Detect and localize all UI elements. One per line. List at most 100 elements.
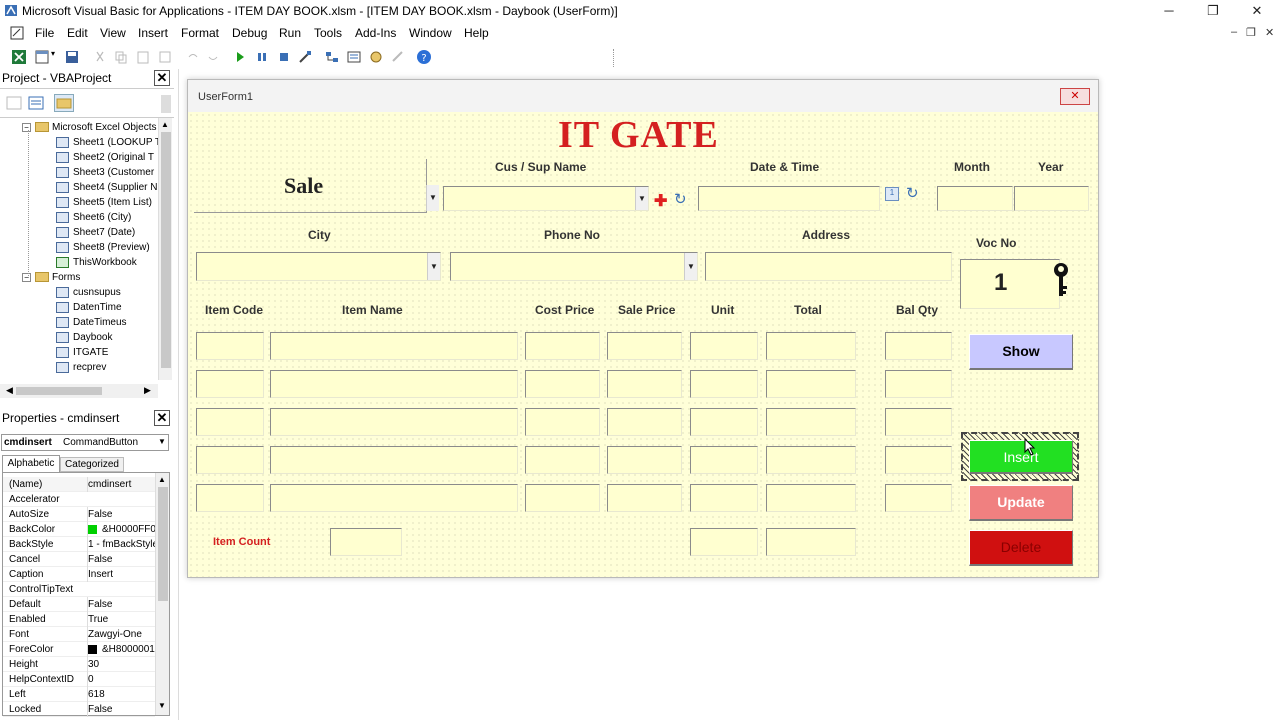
unit-field[interactable] <box>690 408 758 436</box>
project-tree-vscroll[interactable]: ▲ <box>158 118 172 380</box>
property-row[interactable]: BackStyle 1 - fmBackStyle <box>3 537 157 552</box>
cus-sup-dropdown-arrow[interactable]: ▼ <box>635 187 648 210</box>
city-dropdown-arrow[interactable]: ▼ <box>427 253 440 280</box>
copy-icon[interactable] <box>113 49 129 65</box>
unit-field[interactable] <box>690 370 758 398</box>
property-row[interactable]: Cancel False <box>3 552 155 567</box>
tree-item-form-daybook[interactable]: Daybook <box>56 330 112 345</box>
item-name-field[interactable] <box>270 446 518 474</box>
design-mode-icon[interactable] <box>297 49 313 65</box>
pane-splitter[interactable] <box>178 69 179 720</box>
view-object-icon[interactable] <box>28 96 44 110</box>
tree-item-sheet8[interactable]: Sheet8 (Preview) <box>56 240 150 255</box>
insert-userform-icon[interactable] <box>34 49 50 65</box>
cost-price-field[interactable] <box>525 370 600 398</box>
userform-icon[interactable] <box>10 26 24 40</box>
show-button[interactable]: Show <box>969 334 1073 370</box>
total-field[interactable] <box>766 446 856 474</box>
sale-price-field[interactable] <box>607 446 682 474</box>
mdi-restore-button[interactable]: ❐ <box>1246 26 1256 39</box>
scroll-thumb[interactable] <box>161 132 171 368</box>
bal-qty-field[interactable] <box>885 332 952 360</box>
project-explorer-icon[interactable] <box>324 49 340 65</box>
phone-dropdown-arrow[interactable]: ▼ <box>684 253 697 280</box>
cost-price-field[interactable] <box>525 408 600 436</box>
hscroll-thumb[interactable] <box>16 387 102 395</box>
key-icon[interactable] <box>1052 262 1070 298</box>
properties-vscroll[interactable]: ▲ ▼ <box>155 473 169 715</box>
menu-file[interactable]: File <box>35 26 54 40</box>
property-value[interactable]: True <box>87 612 157 627</box>
tree-item-form-itgate[interactable]: ITGATE <box>56 345 108 360</box>
tab-categorized[interactable]: Categorized <box>60 457 124 472</box>
tree-item-sheet7[interactable]: Sheet7 (Date) <box>56 225 135 240</box>
property-row[interactable]: AutoSize False <box>3 507 155 522</box>
property-row[interactable]: ControlTipText <box>3 582 155 597</box>
cut-icon[interactable] <box>92 49 108 65</box>
redo-icon[interactable] <box>205 49 221 65</box>
view-code-icon[interactable] <box>6 96 22 110</box>
project-toolbar-scroll[interactable] <box>160 95 172 113</box>
city-combobox[interactable] <box>196 252 441 281</box>
tree-item-sheet4[interactable]: Sheet4 (Supplier N <box>56 180 158 195</box>
object-browser-icon[interactable] <box>368 49 384 65</box>
properties-window-icon[interactable] <box>346 49 362 65</box>
grand-total-field[interactable] <box>766 528 856 556</box>
item-code-field[interactable] <box>196 484 264 512</box>
restore-button[interactable]: ❐ <box>1190 0 1236 22</box>
menu-tools[interactable]: Tools <box>314 26 342 40</box>
calendar-icon[interactable]: 1 <box>885 187 899 201</box>
property-value[interactable]: 618 <box>87 687 157 702</box>
project-pane-close-button[interactable]: ✕ <box>154 70 170 86</box>
scroll-down-icon[interactable]: ▼ <box>158 701 166 710</box>
refresh-customer-icon[interactable]: ↻ <box>674 190 687 208</box>
property-value[interactable]: 1 - fmBackStyle <box>87 537 157 552</box>
object-selector[interactable]: cmdinsert CommandButton ▼ <box>1 434 169 451</box>
menu-help[interactable]: Help <box>464 26 489 40</box>
property-value[interactable]: &H8000001 <box>87 642 157 657</box>
item-name-field[interactable] <box>270 370 518 398</box>
properties-pane-close-button[interactable]: ✕ <box>154 410 170 426</box>
unit-field[interactable] <box>690 484 758 512</box>
address-field[interactable] <box>705 252 952 281</box>
property-row[interactable]: HelpContextID 0 <box>3 672 155 687</box>
paste-icon[interactable] <box>135 49 151 65</box>
cost-price-field[interactable] <box>525 484 600 512</box>
tree-item-thisworkbook[interactable]: ThisWorkbook <box>56 255 137 270</box>
property-value[interactable]: 0 <box>87 672 157 687</box>
sale-price-field[interactable] <box>607 484 682 512</box>
property-row[interactable]: Font Zawgyi-One <box>3 627 155 642</box>
delete-button[interactable]: Delete <box>969 530 1073 566</box>
scroll-up-icon[interactable]: ▲ <box>161 120 169 129</box>
tree-folder-excel-objects[interactable]: − Microsoft Excel Objects <box>22 120 156 135</box>
scroll-left-icon[interactable]: ◀ <box>6 385 13 396</box>
bal-qty-field[interactable] <box>885 408 952 436</box>
property-row[interactable]: Locked False <box>3 702 155 717</box>
property-row[interactable]: BackColor &H0000FF0 <box>3 522 156 537</box>
total-field[interactable] <box>766 332 856 360</box>
tree-item-sheet3[interactable]: Sheet3 (Customer <box>56 165 154 180</box>
tree-item-sheet2[interactable]: Sheet2 (Original T <box>56 150 154 165</box>
help-icon[interactable]: ? <box>416 49 432 65</box>
menu-add-ins[interactable]: Add-Ins <box>355 26 396 40</box>
property-value[interactable]: 30 <box>87 657 157 672</box>
unit-total-field[interactable] <box>690 528 758 556</box>
update-button[interactable]: Update <box>969 485 1073 521</box>
item-name-field[interactable] <box>270 484 518 512</box>
date-time-field[interactable] <box>698 186 880 211</box>
toggle-folders-icon[interactable] <box>54 94 74 112</box>
mdi-minimize-button[interactable]: – <box>1231 26 1237 38</box>
cus-sup-combobox[interactable] <box>443 186 649 211</box>
tree-item-form-recprev[interactable]: recprev <box>56 360 106 375</box>
unit-field[interactable] <box>690 446 758 474</box>
tree-item-form-datentime[interactable]: DatenTime <box>56 300 122 315</box>
add-customer-icon[interactable]: ✚ <box>654 191 667 211</box>
minimize-button[interactable]: ─ <box>1146 0 1192 22</box>
sale-price-field[interactable] <box>607 370 682 398</box>
tree-item-form-datetimeus[interactable]: DateTimeus <box>56 315 127 330</box>
property-row[interactable]: Accelerator <box>3 492 155 507</box>
insert-button[interactable]: Insert <box>969 440 1073 474</box>
bal-qty-field[interactable] <box>885 484 952 512</box>
property-value[interactable]: cmdinsert <box>87 477 157 492</box>
userform-close-button[interactable]: ✕ <box>1060 88 1090 105</box>
